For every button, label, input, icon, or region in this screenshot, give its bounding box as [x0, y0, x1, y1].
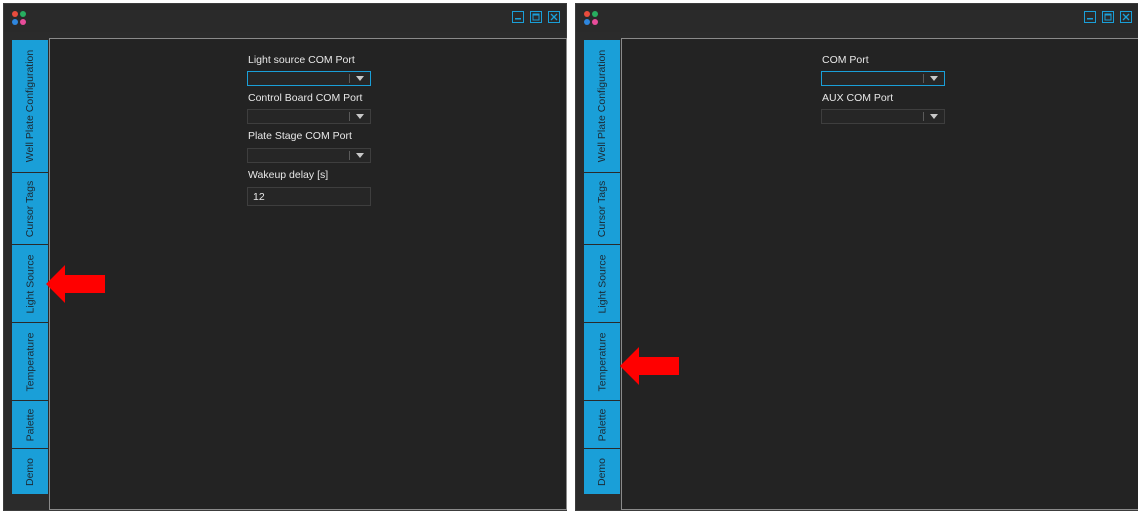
tab-palette[interactable]: Palette: [12, 401, 48, 449]
tab-label: Temperature: [24, 332, 37, 391]
chevron-down-icon: [356, 153, 364, 158]
tab-label: Cursor Tags: [596, 180, 609, 237]
chevron-down-icon: [356, 114, 364, 119]
minimize-icon: [515, 18, 521, 20]
app-logo-icon: [12, 11, 26, 25]
close-button[interactable]: [1120, 11, 1132, 23]
com-port-label: COM Port: [822, 54, 869, 66]
tab-well-plate-configuration[interactable]: Well Plate Configuration: [12, 40, 48, 173]
settings-window-right: Well Plate Configuration Cursor Tags Lig…: [575, 3, 1138, 511]
tab-demo[interactable]: Demo: [12, 449, 48, 494]
minimize-button[interactable]: [512, 11, 524, 23]
tab-cursor-tags[interactable]: Cursor Tags: [12, 173, 48, 245]
tab-temperature[interactable]: Temperature: [584, 323, 620, 401]
maximize-button[interactable]: [530, 11, 542, 23]
close-icon: [1122, 13, 1130, 21]
tab-label: Light Source: [24, 254, 36, 313]
chevron-down-icon: [356, 76, 364, 81]
tab-label: Temperature: [596, 332, 609, 391]
chevron-down-icon: [930, 76, 938, 81]
title-bar[interactable]: [576, 4, 1138, 32]
control-board-com-port-select[interactable]: [247, 109, 371, 124]
aux-com-port-select[interactable]: [821, 109, 945, 124]
close-icon: [550, 13, 558, 21]
tab-label: Demo: [595, 457, 608, 486]
tab-demo[interactable]: Demo: [584, 449, 620, 494]
wakeup-delay-label: Wakeup delay [s]: [248, 169, 329, 181]
title-bar[interactable]: [4, 4, 566, 32]
tab-palette[interactable]: Palette: [584, 401, 620, 449]
settings-window-left: Well Plate Configuration Cursor Tags Lig…: [3, 3, 567, 511]
minimize-icon: [1087, 18, 1093, 20]
minimize-button[interactable]: [1084, 11, 1096, 23]
tab-label: Palette: [595, 408, 608, 441]
light-source-com-port-select[interactable]: [247, 71, 371, 86]
maximize-icon: [1104, 13, 1112, 21]
maximize-icon: [532, 13, 540, 21]
com-port-select[interactable]: [821, 71, 945, 86]
tab-label: Demo: [23, 457, 36, 486]
tab-label: Cursor Tags: [24, 180, 37, 237]
tab-label: Well Plate Configuration: [596, 49, 609, 163]
tab-label: Palette: [23, 408, 36, 441]
red-arrow-icon: [46, 265, 105, 303]
light-source-com-port-label: Light source COM Port: [248, 54, 355, 66]
light-source-panel: Light source COM Port Control Board COM …: [49, 38, 567, 510]
temperature-panel: COM Port AUX COM Port: [621, 38, 1138, 510]
maximize-button[interactable]: [1102, 11, 1114, 23]
close-button[interactable]: [548, 11, 560, 23]
tab-label: Well Plate Configuration: [24, 49, 37, 163]
vertical-tab-strip: Well Plate Configuration Cursor Tags Lig…: [584, 40, 620, 494]
app-logo-icon: [584, 11, 598, 25]
control-board-com-port-label: Control Board COM Port: [248, 92, 363, 104]
red-arrow-icon: [620, 347, 679, 385]
tab-light-source[interactable]: Light Source: [584, 245, 620, 323]
chevron-down-icon: [930, 114, 938, 119]
tab-well-plate-configuration[interactable]: Well Plate Configuration: [584, 40, 620, 173]
tab-light-source[interactable]: Light Source: [12, 245, 48, 323]
vertical-tab-strip: Well Plate Configuration Cursor Tags Lig…: [12, 40, 48, 494]
tab-cursor-tags[interactable]: Cursor Tags: [584, 173, 620, 245]
tab-label: Light Source: [596, 254, 608, 313]
wakeup-delay-input[interactable]: 12: [247, 187, 371, 206]
tab-temperature[interactable]: Temperature: [12, 323, 48, 401]
aux-com-port-label: AUX COM Port: [822, 92, 894, 104]
plate-stage-com-port-label: Plate Stage COM Port: [248, 130, 352, 142]
plate-stage-com-port-select[interactable]: [247, 148, 371, 163]
